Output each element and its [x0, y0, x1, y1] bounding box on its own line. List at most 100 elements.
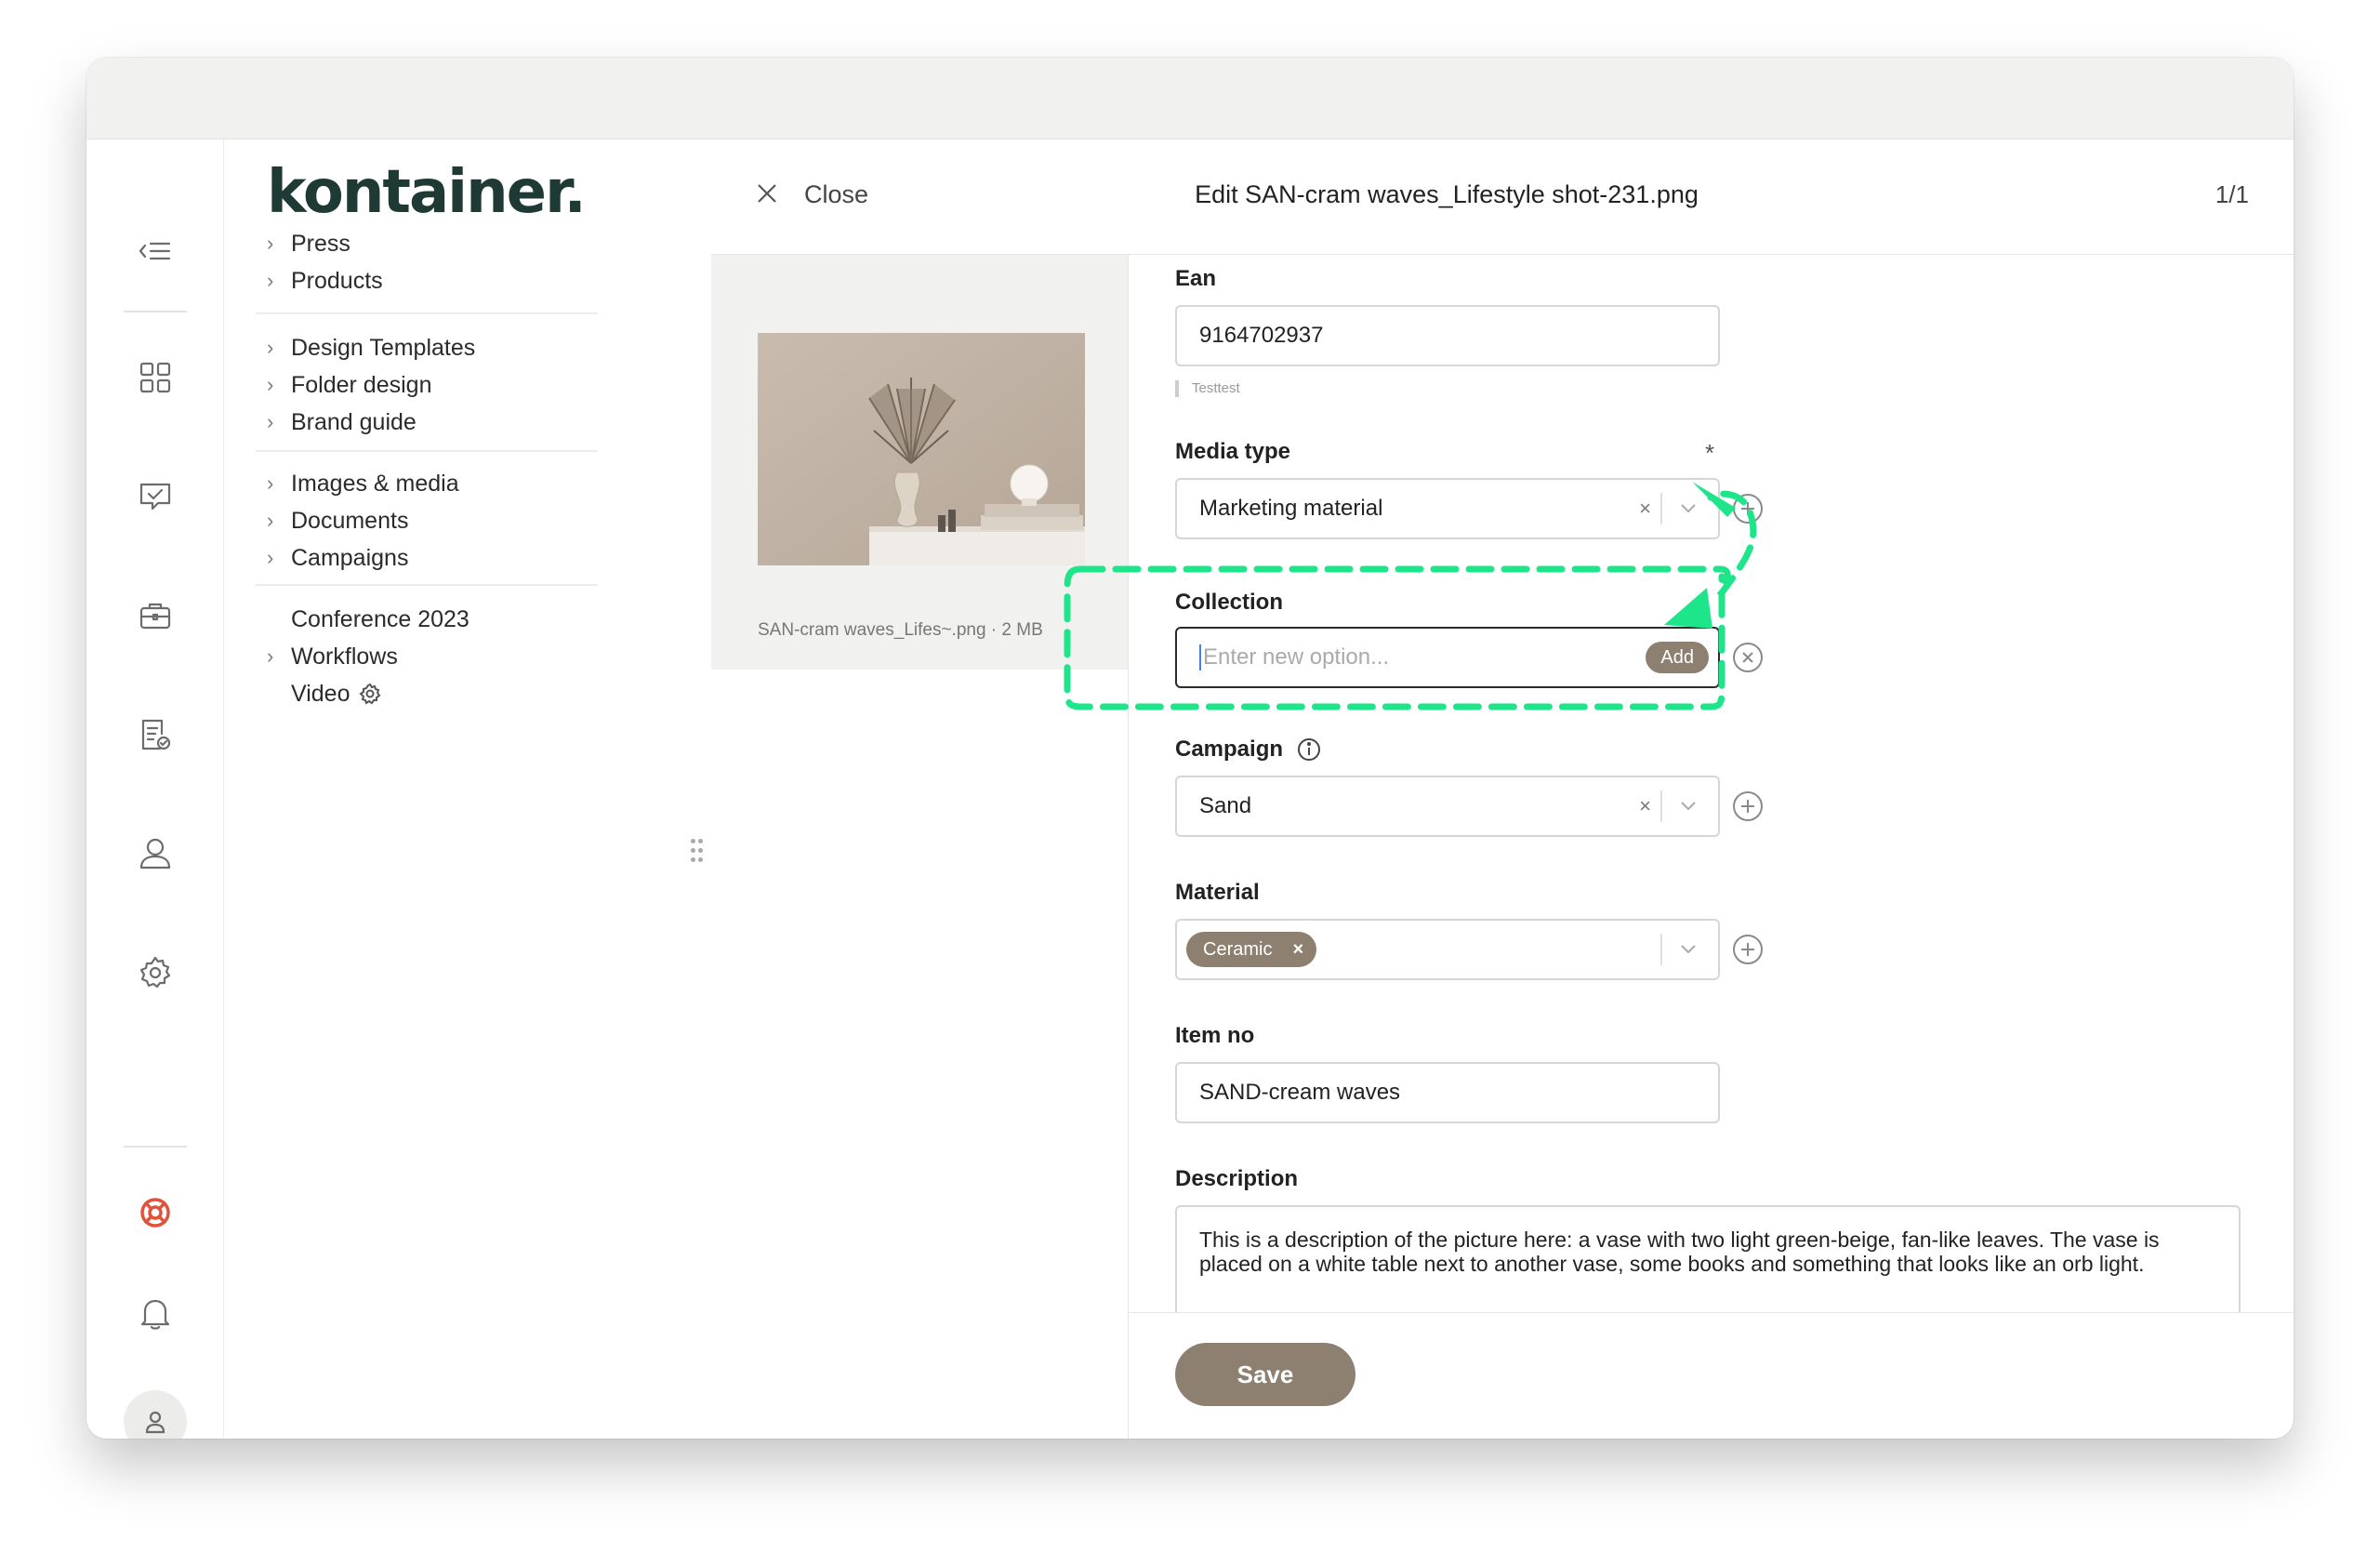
media-type-label: Media type	[1175, 439, 1291, 464]
nav-item-conference-2023[interactable]: Conference 2023	[267, 599, 469, 640]
nav-divider	[256, 584, 598, 586]
bell-icon[interactable]	[118, 1276, 192, 1350]
file-preview-panel: SAN-cram waves_Lifes~.png · 2 MB	[711, 255, 1128, 670]
icon-rail	[86, 139, 224, 1439]
nav-item-brand-guide[interactable]: › Brand guide	[267, 402, 416, 443]
nav-item-label: Workflows	[291, 643, 398, 670]
clear-icon[interactable]: ×	[1639, 480, 1651, 538]
chat-check-icon[interactable]	[118, 459, 192, 534]
cancel-option-icon[interactable]	[1731, 641, 1765, 674]
description-textarea[interactable]: This is a description of the picture her…	[1175, 1205, 2241, 1312]
nav-item-label: Images & media	[291, 470, 459, 497]
chevron-right-icon: ›	[267, 644, 274, 668]
select-divider	[1660, 790, 1662, 822]
required-mark: *	[1705, 439, 1715, 467]
tag-label: Ceramic	[1203, 938, 1273, 960]
chevron-right-icon: ›	[267, 471, 274, 495]
chevron-right-icon: ›	[267, 269, 274, 292]
add-option-icon[interactable]	[1731, 492, 1765, 525]
nav-item-label: Folder design	[291, 371, 432, 398]
remove-tag-icon[interactable]: ×	[1292, 939, 1303, 961]
gear-icon[interactable]	[358, 682, 382, 706]
ean-input[interactable]: 9164702937	[1175, 305, 1720, 366]
clear-icon[interactable]: ×	[1639, 777, 1651, 835]
edit-header: Close Edit SAN-cram waves_Lifestyle shot…	[711, 139, 2294, 255]
nav-item-documents[interactable]: › Documents	[267, 500, 408, 541]
add-option-icon[interactable]	[1731, 933, 1765, 966]
rail-divider	[124, 311, 187, 312]
nav-item-design-templates[interactable]: › Design Templates	[267, 327, 475, 368]
metadata-form: Ean 9164702937 Testtest Media type * Mar…	[1129, 255, 2294, 1312]
ean-hint: Testtest	[1175, 380, 1240, 397]
file-caption: SAN-cram waves_Lifes~.png · 2 MB	[758, 620, 1043, 640]
resize-handle[interactable]	[691, 839, 706, 863]
save-button[interactable]: Save	[1175, 1343, 1355, 1406]
nav-item-label: Campaigns	[291, 544, 409, 571]
chevron-right-icon: ›	[267, 232, 274, 255]
nav-item-campaigns[interactable]: › Campaigns	[267, 538, 408, 578]
nav-item-images-media[interactable]: › Images & media	[267, 463, 459, 504]
description-label: Description	[1175, 1166, 1299, 1191]
collection-placeholder: Enter new option...	[1203, 644, 1390, 670]
chevron-right-icon: ›	[267, 509, 274, 532]
briefcase-icon[interactable]	[118, 578, 192, 653]
media-type-select[interactable]: Marketing material ×	[1175, 478, 1720, 539]
add-option-button[interactable]: Add	[1646, 642, 1709, 673]
campaign-value: Sand	[1199, 793, 1252, 818]
rail-divider-bottom	[124, 1146, 187, 1148]
brand-logo[interactable]: kontainer.	[267, 158, 587, 227]
nav-item-products[interactable]: › Products	[267, 260, 383, 301]
nav-item-folder-design[interactable]: › Folder design	[267, 365, 431, 405]
chevron-right-icon: ›	[267, 410, 274, 433]
nav-item-label: Documents	[291, 507, 409, 534]
chevron-right-icon: ›	[267, 373, 274, 396]
campaign-label-text: Campaign	[1175, 737, 1284, 762]
collapse-menu-icon[interactable]	[118, 214, 192, 288]
folder-navigation: kontainer. › Press › Products › Design T…	[224, 139, 711, 1439]
info-icon[interactable]	[1296, 737, 1322, 763]
grid-icon[interactable]	[118, 340, 192, 415]
collection-label: Collection	[1175, 590, 1284, 615]
nav-item-label: Video	[291, 680, 350, 707]
nav-divider	[256, 450, 598, 452]
chevron-down-icon[interactable]	[1677, 497, 1699, 519]
material-label: Material	[1175, 880, 1260, 905]
nav-item-label: Design Templates	[291, 334, 476, 361]
material-multiselect[interactable]: Ceramic ×	[1175, 919, 1720, 980]
ean-label: Ean	[1175, 266, 1217, 291]
nav-item-label: Conference 2023	[291, 605, 469, 632]
nav-item-press[interactable]: › Press	[267, 223, 350, 264]
collection-new-option-input[interactable]: Enter new option... Add	[1175, 627, 1720, 688]
media-type-value: Marketing material	[1199, 496, 1383, 521]
file-thumbnail[interactable]	[758, 333, 1085, 565]
campaign-label: Campaign	[1175, 737, 1322, 763]
nav-item-label: Press	[291, 230, 350, 257]
add-option-icon[interactable]	[1731, 790, 1765, 823]
file-counter: 1/1	[2215, 180, 2249, 208]
item-no-label: Item no	[1175, 1023, 1255, 1048]
document-check-icon[interactable]	[118, 697, 192, 772]
settings-icon[interactable]	[118, 936, 192, 1010]
page-title: Edit SAN-cram waves_Lifestyle shot-231.p…	[1195, 180, 1699, 208]
nav-item-workflows[interactable]: › Workflows	[267, 636, 398, 677]
nav-item-label: Brand guide	[291, 408, 416, 435]
nav-item-video[interactable]: Video	[267, 673, 382, 714]
campaign-select[interactable]: Sand ×	[1175, 776, 1720, 837]
chevron-down-icon[interactable]	[1677, 937, 1699, 960]
app-window: kontainer. › Press › Products › Design T…	[86, 58, 2294, 1439]
item-no-input[interactable]: SAND-cream waves	[1175, 1062, 1720, 1123]
nav-divider	[256, 312, 598, 314]
account-avatar-icon[interactable]	[124, 1390, 187, 1439]
material-tag: Ceramic ×	[1186, 932, 1317, 967]
window-titlebar	[86, 58, 2294, 139]
chevron-down-icon[interactable]	[1677, 794, 1699, 816]
chevron-right-icon: ›	[267, 336, 274, 359]
user-icon[interactable]	[118, 816, 192, 891]
select-divider	[1660, 493, 1662, 524]
form-footer: Save	[1129, 1312, 2294, 1439]
select-divider	[1660, 934, 1662, 965]
text-cursor	[1199, 644, 1201, 670]
nav-item-label: Products	[291, 267, 383, 294]
help-lifebuoy-icon[interactable]	[118, 1175, 192, 1250]
chevron-right-icon: ›	[267, 546, 274, 569]
